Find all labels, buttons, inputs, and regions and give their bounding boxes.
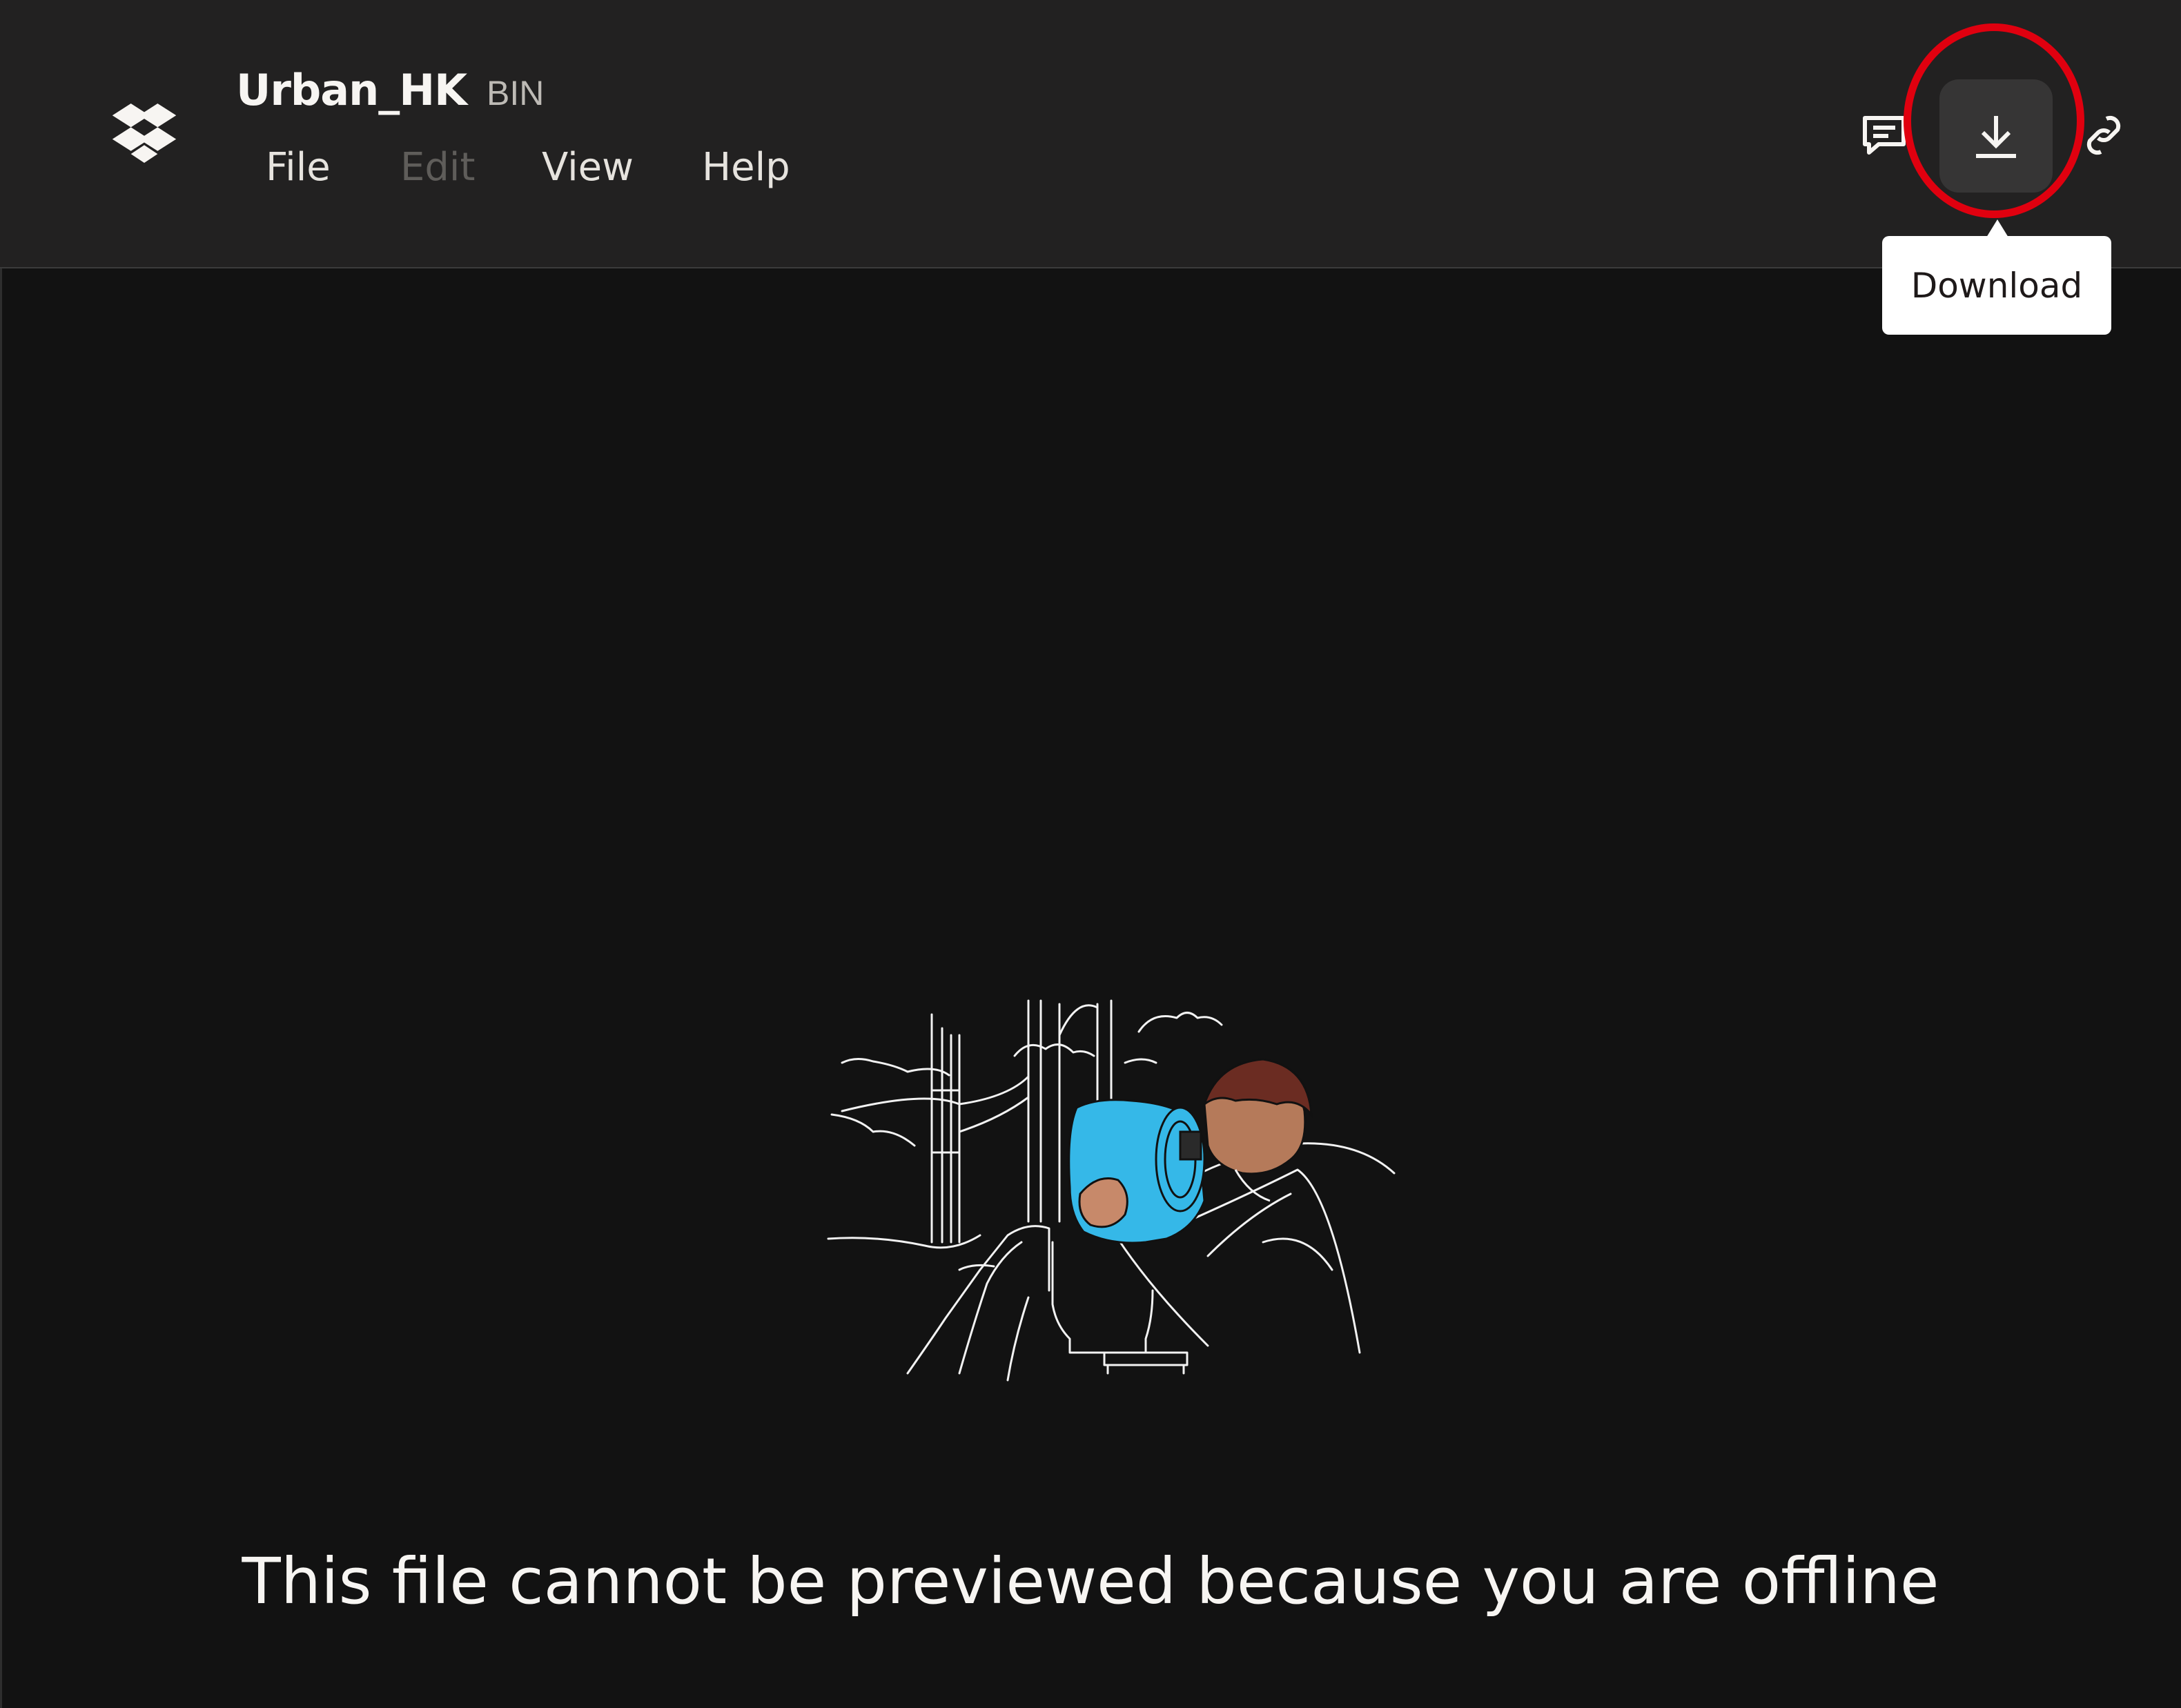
dropbox-logo-icon[interactable] <box>112 104 177 163</box>
comment-button[interactable] <box>1857 108 1912 163</box>
download-tooltip: Download <box>1882 236 2111 335</box>
file-extension-badge: BIN <box>487 74 545 112</box>
app-window: Urban_HK BIN File Edit View Help Downloa… <box>0 0 2181 1708</box>
offline-illustration <box>827 999 1396 1382</box>
menu-edit: Edit <box>400 145 476 190</box>
menu-help[interactable]: Help <box>702 145 790 190</box>
header-bar: Urban_HK BIN File Edit View Help <box>0 0 2181 268</box>
file-name: Urban_HK <box>236 65 467 115</box>
menu-view[interactable]: View <box>542 145 634 190</box>
tooltip-arrow <box>1986 219 2008 237</box>
link-icon <box>2086 115 2121 155</box>
copy-link-button[interactable] <box>2076 108 2131 163</box>
menu-file[interactable]: File <box>266 145 331 190</box>
download-button[interactable] <box>1939 79 2053 193</box>
comment-icon <box>1863 116 1906 155</box>
download-icon <box>1976 116 2016 158</box>
offline-message: This file cannot be previewed because yo… <box>242 1544 1939 1618</box>
